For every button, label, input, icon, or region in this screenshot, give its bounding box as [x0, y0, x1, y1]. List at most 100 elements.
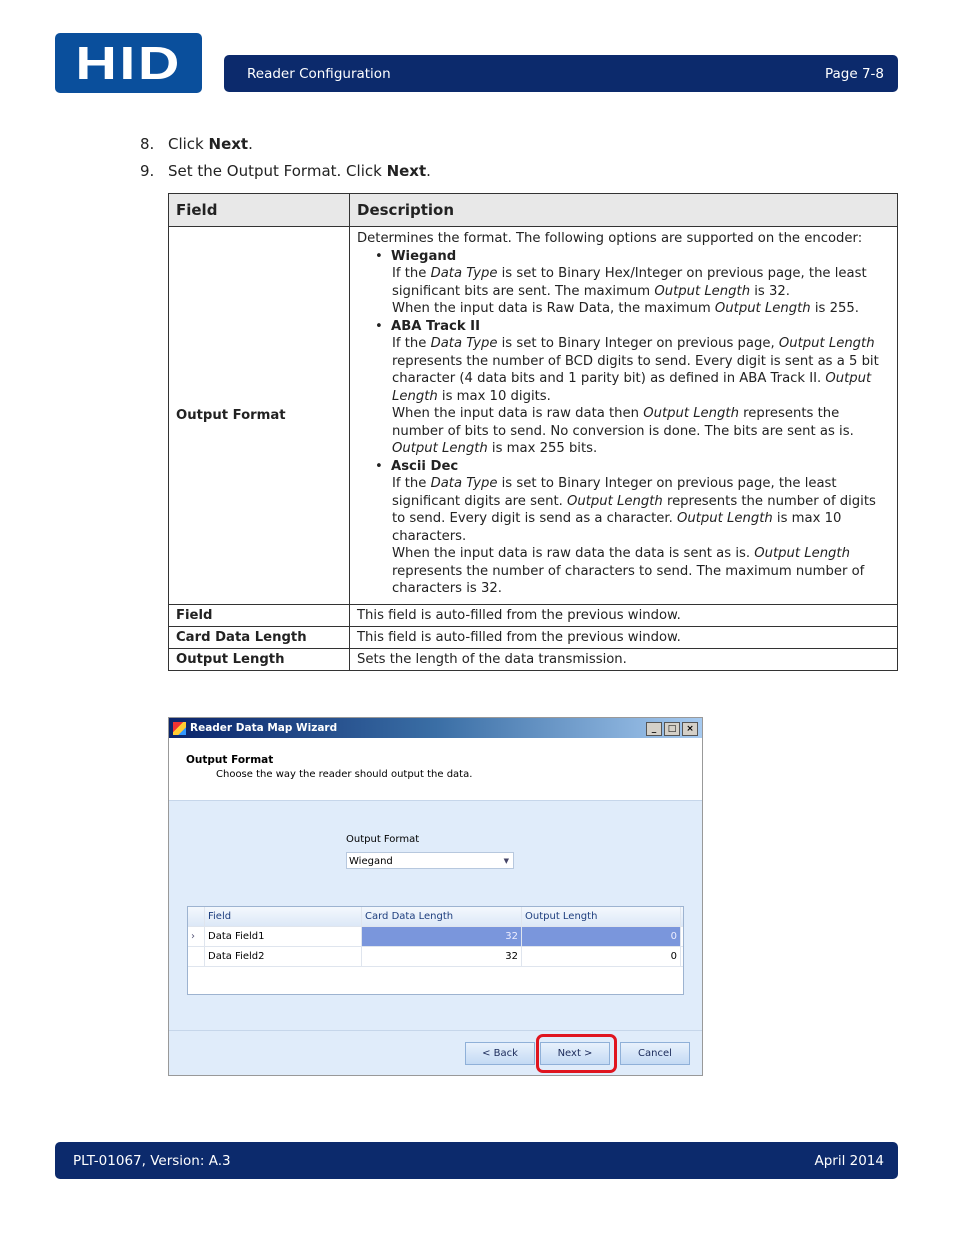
text-segment: When the input data is raw data the data… [392, 546, 755, 561]
description-cell: This field is auto-filled from the previ… [349, 604, 898, 627]
column-output-length[interactable]: Output Length [522, 907, 681, 926]
description-paragraph: Determines the format. The following opt… [357, 230, 890, 248]
selected-value: Wiegand [349, 856, 393, 867]
text-segment: is set to Binary Integer on previous pag… [497, 336, 779, 351]
text-segment: is 255. [810, 301, 859, 316]
bullet-item: ABA Track II [357, 318, 890, 336]
description-paragraph: If the Data Type is set to Binary Intege… [357, 475, 890, 545]
text-segment: Wiegand [391, 248, 457, 264]
document-page: HID Reader Configuration Page 7-8 8. Clic… [0, 0, 954, 1235]
bullet-item: Wiegand [357, 248, 890, 266]
italic-term: Output Length [778, 336, 875, 351]
description-paragraph: If the Data Type is set to Binary Hex/In… [357, 265, 890, 300]
output-format-label: Output Format [346, 834, 420, 845]
header-title: Reader Configuration [247, 65, 391, 82]
app-icon [173, 721, 186, 735]
dialog-title: Reader Data Map Wizard [190, 722, 338, 734]
step-text: . [248, 135, 253, 153]
field-cell: Output Format [168, 226, 350, 605]
italic-term: Output Length [714, 301, 811, 316]
hid-logo: HID [55, 33, 202, 93]
bullet-item: Ascii Dec [357, 458, 890, 476]
step-text: Set the Output Format. Click [168, 162, 387, 180]
text-segment: Determines the format. The following opt… [357, 231, 863, 246]
description-cell: Sets the length of the data transmission… [349, 648, 898, 671]
step-bold: Next [386, 162, 427, 180]
table-row: Output Length Sets the length of the data… [168, 648, 898, 671]
output-format-select[interactable]: Wiegand ▼ [346, 852, 514, 869]
document-date: April 2014 [814, 1152, 884, 1169]
text-segment: If the [392, 336, 431, 351]
table-row: Output Format Determines the format. The … [168, 226, 898, 605]
row-selector-icon: › [188, 927, 205, 946]
maximize-icon[interactable]: □ [664, 722, 680, 736]
italic-term: Output Length [754, 546, 850, 561]
wizard-header: Output Format Choose the way the reader … [169, 738, 702, 801]
close-icon[interactable]: × [682, 722, 698, 736]
output-length-cell[interactable]: 0 [522, 947, 681, 966]
description-paragraph: When the input data is raw data the data… [357, 545, 890, 598]
italic-term: Output Length [677, 511, 773, 526]
step-8: 8. Click Next. [140, 135, 253, 153]
field-cell: Data Field2 [205, 947, 362, 966]
text-segment: If the [392, 266, 431, 281]
title-bar: Reader Data Map Wizard [169, 718, 702, 738]
field-grid: Field Card Data Length Output Length › Data… [187, 906, 684, 995]
cancel-button[interactable]: Cancel [620, 1042, 690, 1065]
wizard-heading: Output Format [186, 754, 274, 766]
page-number: Page 7-8 [824, 65, 884, 82]
field-cell: Data Field1 [205, 927, 362, 946]
step-number: 8. [140, 135, 155, 153]
document-version: PLT-01067, Version: A.3 [73, 1152, 231, 1169]
description-paragraph: If the Data Type is set to Binary Intege… [357, 335, 890, 405]
wizard-subheading: Choose the way the reader should output … [216, 769, 473, 780]
text-segment: When the input data is Raw Data, the max… [392, 301, 715, 316]
step-text: . [426, 162, 431, 180]
step-9: 9. Set the Output Format. Click Next. [140, 162, 431, 180]
card-length-cell[interactable]: 32 [362, 927, 522, 946]
output-length-cell[interactable]: 0 [522, 927, 681, 946]
text-segment: is 32. [750, 283, 790, 299]
header-description: Description [349, 193, 898, 227]
next-highlight-annotation [536, 1034, 617, 1073]
field-cell: Card Data Length [168, 626, 350, 649]
step-text: Click [168, 135, 209, 153]
text-segment: Ascii Dec [391, 458, 459, 474]
grid-row[interactable]: › Data Field1 32 0 [188, 927, 683, 947]
column-field[interactable]: Field [205, 907, 362, 926]
field-cell: Field [168, 604, 350, 627]
description-cell: This field is auto-filled from the previ… [349, 626, 898, 649]
table-header: Field Description [168, 193, 898, 227]
italic-term: Data Type [430, 336, 498, 351]
back-button[interactable]: < Back [465, 1042, 535, 1065]
table-row: Card Data Length This field is auto-fille… [168, 626, 898, 649]
wizard-footer: < Back Next > Cancel [169, 1030, 702, 1075]
chevron-down-icon: ▼ [503, 857, 509, 865]
step-number: 9. [140, 162, 155, 180]
italic-term: Output Length [643, 406, 739, 421]
text-segment: If the [392, 476, 431, 491]
text-segment: ABA Track II [391, 318, 480, 334]
text-segment: represents the number of characters to s… [392, 563, 865, 597]
italic-term: Output Length [392, 441, 488, 456]
italic-term: Output Length [567, 493, 663, 509]
footer-bar: PLT-01067, Version: A.3 April 2014 [55, 1142, 898, 1179]
header-bar: Reader Configuration Page 7-8 [224, 55, 898, 92]
field-cell: Output Length [168, 648, 350, 671]
text-segment: represents the number of BCD digits to s… [392, 353, 879, 387]
description-cell: Determines the format. The following opt… [349, 226, 898, 605]
text-segment: is max 10 digits. [437, 388, 551, 404]
grid-header: Field Card Data Length Output Length [188, 907, 683, 927]
card-length-cell[interactable]: 32 [362, 947, 522, 966]
italic-term: Data Type [430, 266, 498, 281]
description-paragraph: When the input data is raw data then Out… [357, 405, 890, 458]
text-segment: is max 255 bits. [487, 441, 598, 456]
wizard-dialog-screenshot: Reader Data Map Wizard _ □ × Output Format… [168, 717, 703, 1076]
column-card-data-length[interactable]: Card Data Length [362, 907, 522, 926]
field-description-table: Field Description Output Format Determines… [168, 193, 898, 671]
grid-row[interactable]: Data Field2 32 0 [188, 947, 683, 967]
step-bold: Next [208, 135, 249, 153]
minimize-icon[interactable]: _ [646, 722, 662, 736]
logo-text: HID [75, 37, 182, 89]
italic-term: Data Type [430, 476, 498, 491]
